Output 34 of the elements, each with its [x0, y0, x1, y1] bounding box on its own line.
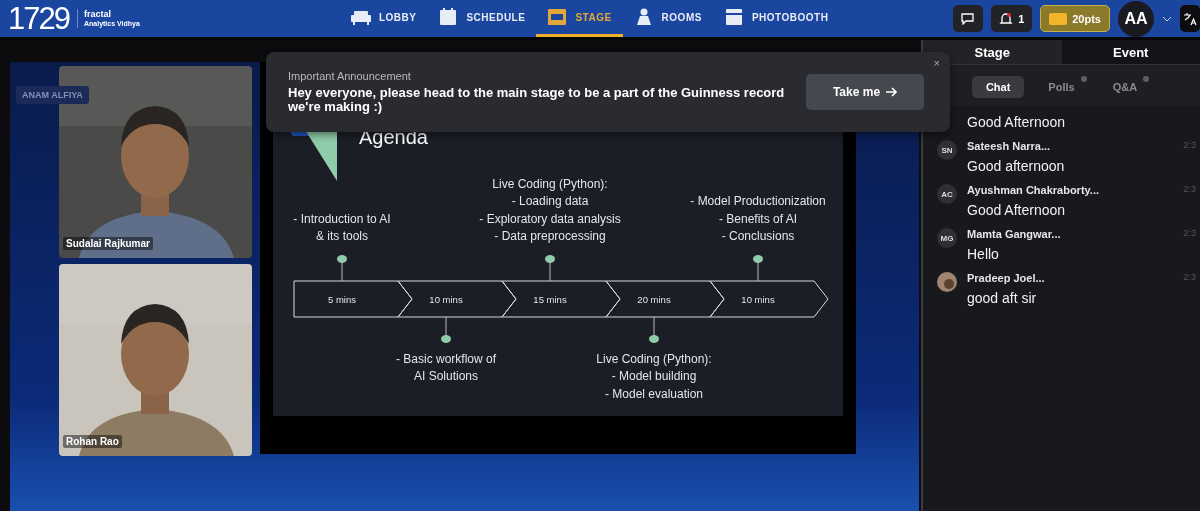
message-time: 2:3 — [1183, 228, 1196, 240]
message-time: 2:3 — [1183, 272, 1196, 284]
message-author: Sateesh Narra... — [967, 140, 1051, 152]
agenda-text: - Introduction to AI & its tools — [293, 210, 391, 245]
speaker-name: Rohan Rao — [63, 435, 122, 448]
user-avatar: SN — [937, 140, 957, 160]
message-text: Hello — [967, 246, 1000, 262]
event-logo: 1729 — [8, 3, 69, 34]
duration-label: 10 mins — [741, 293, 775, 304]
message-author: Pradeep Joel... — [967, 272, 1045, 284]
speaker-name: Sudalai Rajkumar — [63, 237, 153, 250]
slide-title: Agenda — [359, 125, 428, 149]
participant-label: ANAM ALFIYA — [16, 86, 89, 104]
message-text: Good afternoon — [967, 158, 1066, 174]
agenda-text: - Model Productionization - Benefits of AI - Conclusions — [690, 193, 826, 245]
user-avatar: MG — [937, 228, 957, 248]
agenda-text: Live Coding (Python): - Loading data - Exploratory data analysis - Data preprocessing — [479, 175, 621, 245]
message-author: Ayushman Chakraborty... — [967, 184, 1100, 196]
duration-label: 20 mins — [637, 293, 671, 304]
agenda-text: Live Coding (Python): - Model building - Model evaluation — [596, 350, 712, 403]
announcement-message: Hey everyone, please head to the main stage to be a part of the Guinness record we're making :) — [288, 86, 786, 114]
message-author: Mamta Gangwar... — [967, 228, 1061, 240]
message-text: good aft sir — [967, 290, 1038, 306]
partner-logo: fractal — [83, 8, 112, 20]
duration-label: 5 mins — [328, 293, 356, 304]
duration-label: 15 mins — [533, 293, 567, 304]
agenda-text: - Basic workflow of AI Solutions — [396, 350, 496, 385]
message-text: Good Afternoon — [967, 202, 1067, 218]
message-time: 2:3 — [1183, 140, 1196, 152]
message-time: 2:3 — [1183, 184, 1196, 196]
announcement-heading: Important Announcement — [288, 70, 412, 82]
message-text: Good Afternoon — [967, 114, 1067, 130]
user-avatar: AC — [937, 184, 957, 204]
duration-label: 10 mins — [429, 293, 463, 304]
